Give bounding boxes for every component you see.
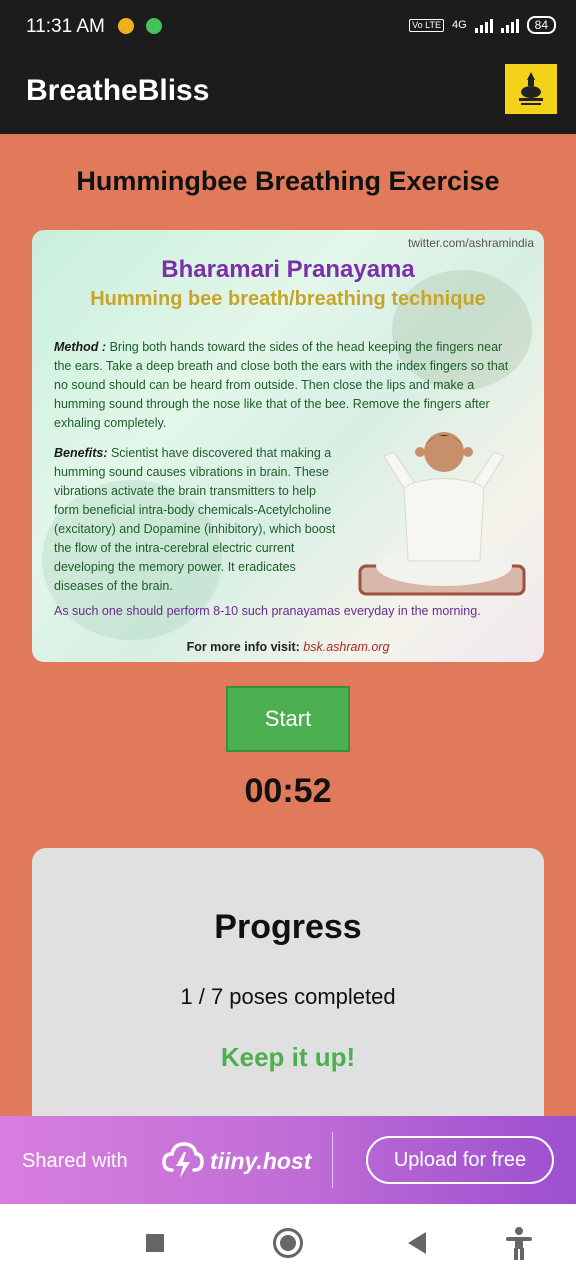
app-title: BreatheBliss bbox=[26, 74, 210, 107]
start-button[interactable]: Start bbox=[226, 686, 350, 752]
upload-for-free-button[interactable]: Upload for free bbox=[366, 1136, 554, 1184]
status-time: 11:31 AM bbox=[26, 16, 105, 37]
notification-icon-secondary bbox=[146, 18, 162, 34]
volte-icon: Vo LTE bbox=[409, 18, 444, 32]
progress-message: Keep it up! bbox=[220, 1042, 356, 1072]
signal-icon bbox=[474, 17, 493, 33]
method-label: Method : bbox=[54, 340, 107, 354]
share-banner: Shared with tiiny.host Upload for free bbox=[0, 1116, 576, 1204]
recents-button[interactable] bbox=[146, 1234, 164, 1252]
status-bar: 11:31 AM Vo LTE 4G 84 bbox=[0, 0, 576, 52]
benefits-text: Scientist have discovered that making a … bbox=[54, 446, 336, 593]
more-info-label: For more info visit: bbox=[186, 640, 300, 654]
notification-icon bbox=[118, 18, 134, 34]
illustration-advice: As such one should perform 8-10 such pra… bbox=[54, 604, 481, 618]
exercise-illustration: twitter.com/ashramindia Bharamari Pranay… bbox=[32, 230, 544, 662]
app-bar: BreatheBliss bbox=[0, 52, 576, 134]
battery-icon: 84 bbox=[526, 16, 556, 34]
signal-icon-secondary bbox=[500, 17, 519, 33]
network-type: 4G bbox=[451, 18, 467, 31]
progress-card: Progress 1 / 7 poses completed Keep it u… bbox=[32, 848, 544, 1148]
tiiny-host-brand[interactable]: tiiny.host bbox=[210, 1148, 311, 1175]
more-info: For more info visit: bsk.ashram.org bbox=[32, 640, 544, 654]
status-indicators: Vo LTE 4G 84 bbox=[409, 16, 556, 34]
page-title: Hummingbee Breathing Exercise bbox=[76, 166, 500, 196]
accessibility-icon[interactable] bbox=[504, 1226, 534, 1260]
illustration-title: Bharamari Pranayama bbox=[161, 256, 415, 283]
shared-with-label: Shared with bbox=[22, 1150, 128, 1172]
more-info-link[interactable]: bsk.ashram.org bbox=[303, 640, 389, 654]
banner-divider bbox=[332, 1132, 333, 1188]
benefits-label: Benefits: bbox=[54, 446, 108, 460]
progress-title: Progress bbox=[214, 908, 362, 946]
meditating-child-icon bbox=[358, 432, 526, 596]
illustration-handle: twitter.com/ashramindia bbox=[407, 236, 534, 250]
illustration-subtitle: Humming bee breath/breathing technique bbox=[90, 288, 486, 310]
cloud-bolt-icon bbox=[162, 1142, 204, 1178]
timer-display: 00:52 bbox=[244, 772, 332, 810]
benefits-paragraph: Benefits: Scientist have discovered that… bbox=[54, 444, 344, 596]
app-logo-icon[interactable] bbox=[505, 64, 557, 114]
progress-count: 1 / 7 poses completed bbox=[180, 984, 396, 1009]
system-nav-bar bbox=[0, 1204, 576, 1280]
back-button[interactable] bbox=[408, 1232, 426, 1254]
home-button[interactable] bbox=[273, 1228, 303, 1258]
